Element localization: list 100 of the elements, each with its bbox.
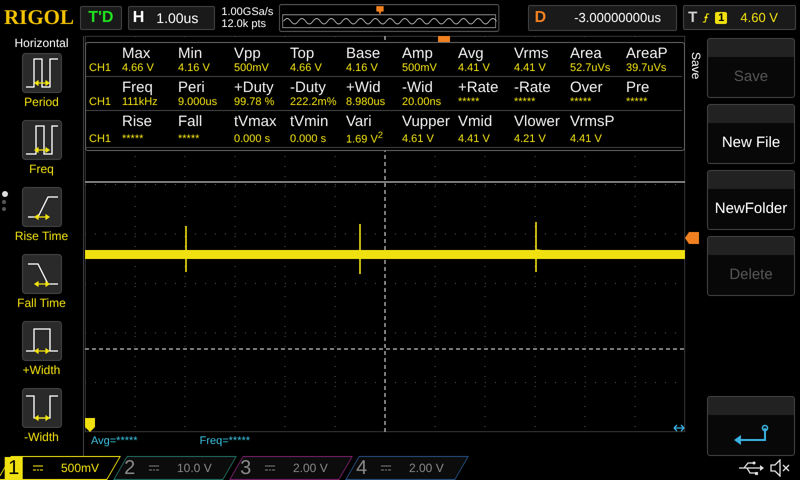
measurement-name: tVmin: [290, 112, 330, 130]
back-button[interactable]: [707, 396, 795, 456]
channel-offset-marker-icon: [85, 418, 95, 432]
measurement-name: tVmax: [234, 112, 278, 130]
trigger-level: 4.60 V: [740, 10, 778, 26]
measurement-value: 8.980us: [346, 96, 386, 108]
dc-coupling-icon: [265, 464, 275, 471]
measurement-value: 0.000 s: [290, 133, 328, 146]
channel-label: CH1: [88, 96, 112, 108]
measurement-value: 4.41 V: [514, 62, 547, 74]
measure-pwidth-icon[interactable]: [22, 320, 62, 361]
measurement-value: 1.69 V$^{2}$: [346, 130, 384, 146]
measure-label: Freq: [29, 162, 54, 176]
measurement-name: -Duty: [290, 78, 327, 96]
measure-label: -Width: [24, 430, 59, 444]
measurement-name: Peri: [178, 78, 206, 96]
measurement-name: Freq: [122, 78, 154, 96]
measurement-name: -Rate: [514, 78, 552, 96]
channel-scale: 2.00 V: [409, 460, 444, 475]
channel-tab[interactable]: 3 2.00 V: [229, 456, 353, 480]
channel-scale: 500mV: [61, 460, 100, 475]
measurement-value: 4.16 V: [346, 62, 379, 74]
channel-tab[interactable]: 2 10.0 V: [113, 456, 237, 480]
measurement-name: Over: [570, 78, 604, 96]
menu-button[interactable]: NewFolder: [707, 170, 795, 230]
channel-number: 3: [239, 456, 253, 480]
delay-box[interactable]: D -3.00000000us: [528, 4, 678, 31]
measurement-name: Rise: [122, 112, 154, 130]
measurement-name: Vari: [346, 112, 373, 130]
measurement-value: 500mV: [402, 62, 438, 74]
trigger-box[interactable]: T 1 4.60 V: [683, 5, 796, 30]
delay-label: D: [534, 8, 546, 27]
measurement-value: *****: [514, 96, 536, 108]
measurement-value: 4.66 V: [122, 62, 155, 74]
menu-button[interactable]: New File: [707, 104, 795, 164]
measurement-value: 4.66 V: [290, 62, 323, 74]
measurement-name: VrmsP: [570, 112, 616, 130]
measurement-name: Vmid: [458, 112, 494, 130]
measure-label: Period: [24, 94, 59, 109]
dc-coupling-icon: [33, 464, 43, 471]
measurement-value: 4.21 V: [514, 133, 547, 146]
timebase-value: 1.00us: [156, 10, 198, 26]
measurement-value: 99.78 %: [234, 96, 276, 108]
measurement-name: Area: [570, 44, 603, 62]
rising-edge-icon: [702, 10, 710, 25]
measure-rise-icon[interactable]: [22, 186, 62, 227]
measurement-value: 9.000us: [178, 96, 218, 108]
measure-period-icon[interactable]: [22, 52, 62, 93]
measurement-value: *****: [178, 133, 200, 146]
measurement-name: AreaP: [626, 44, 669, 62]
run-status: T'D: [80, 6, 122, 30]
measure-nwidth-icon[interactable]: [22, 388, 62, 428]
measurement-value: 0.000 s: [234, 133, 272, 146]
measurement-value: *****: [570, 96, 592, 108]
measurement-name: +Wid: [346, 78, 382, 96]
channel-number: 1: [5, 456, 23, 480]
channel-number: 2: [123, 456, 137, 480]
statistic-readout: Freq=*****: [200, 434, 250, 447]
measurement-name: -Wid: [402, 78, 434, 96]
channel-tab[interactable]: 1 500mV: [0, 456, 121, 480]
statistic-readout: Avg=*****: [91, 434, 138, 447]
measurement-name: Max: [122, 44, 152, 62]
measurement-value: 4.41 V: [570, 133, 603, 146]
measurement-value: 4.41 V: [458, 133, 491, 146]
measurement-value: 4.61 V: [402, 133, 435, 146]
measurement-name: Vpp: [234, 44, 262, 62]
mute-icon: [770, 458, 790, 477]
measurement-name: Pre: [626, 78, 650, 96]
measure-label: +Width: [22, 362, 60, 377]
channel-tab[interactable]: 4 2.00 V: [345, 456, 469, 480]
menu-title: Save: [689, 52, 703, 79]
measurement-name: Vupper: [402, 112, 451, 130]
measurement-value: 111kHz: [122, 96, 159, 108]
measurement-value: *****: [458, 96, 480, 108]
channel-label: CH1: [88, 133, 112, 146]
dc-coupling-icon: [381, 464, 391, 471]
measure-label: Fall Time: [17, 296, 66, 310]
measurement-name: Avg: [458, 44, 485, 62]
sample-rate: 1.00GSa/s: [221, 6, 274, 18]
measurement-name: Min: [178, 44, 204, 62]
usb-icon: [738, 460, 764, 475]
measurement-value: 500mV: [234, 62, 270, 74]
measure-freq-icon[interactable]: [22, 120, 62, 160]
measurement-value: 20.00ns: [402, 96, 442, 108]
measure-label: Rise Time: [14, 228, 68, 243]
timebase-box[interactable]: H 1.00us: [128, 6, 216, 30]
measurement-name: Top: [290, 44, 316, 62]
measurement-value: *****: [626, 96, 648, 108]
measurement-name: +Rate: [458, 78, 500, 96]
channel-number: 4: [355, 456, 369, 480]
measurement-value: 4.16 V: [178, 62, 211, 74]
channel-label: CH1: [88, 62, 112, 74]
measure-fall-icon[interactable]: [22, 254, 62, 294]
panel-title: Horizontal: [14, 36, 69, 50]
measurement-value: 39.7uVs: [626, 62, 668, 74]
double-arrow-icon: [673, 424, 685, 432]
delay-value: -3.00000000us: [574, 10, 661, 26]
memory-depth: 12.0k pts: [221, 18, 268, 30]
measurement-name: Amp: [402, 44, 434, 62]
measurement-value: 4.41 V: [458, 62, 491, 74]
